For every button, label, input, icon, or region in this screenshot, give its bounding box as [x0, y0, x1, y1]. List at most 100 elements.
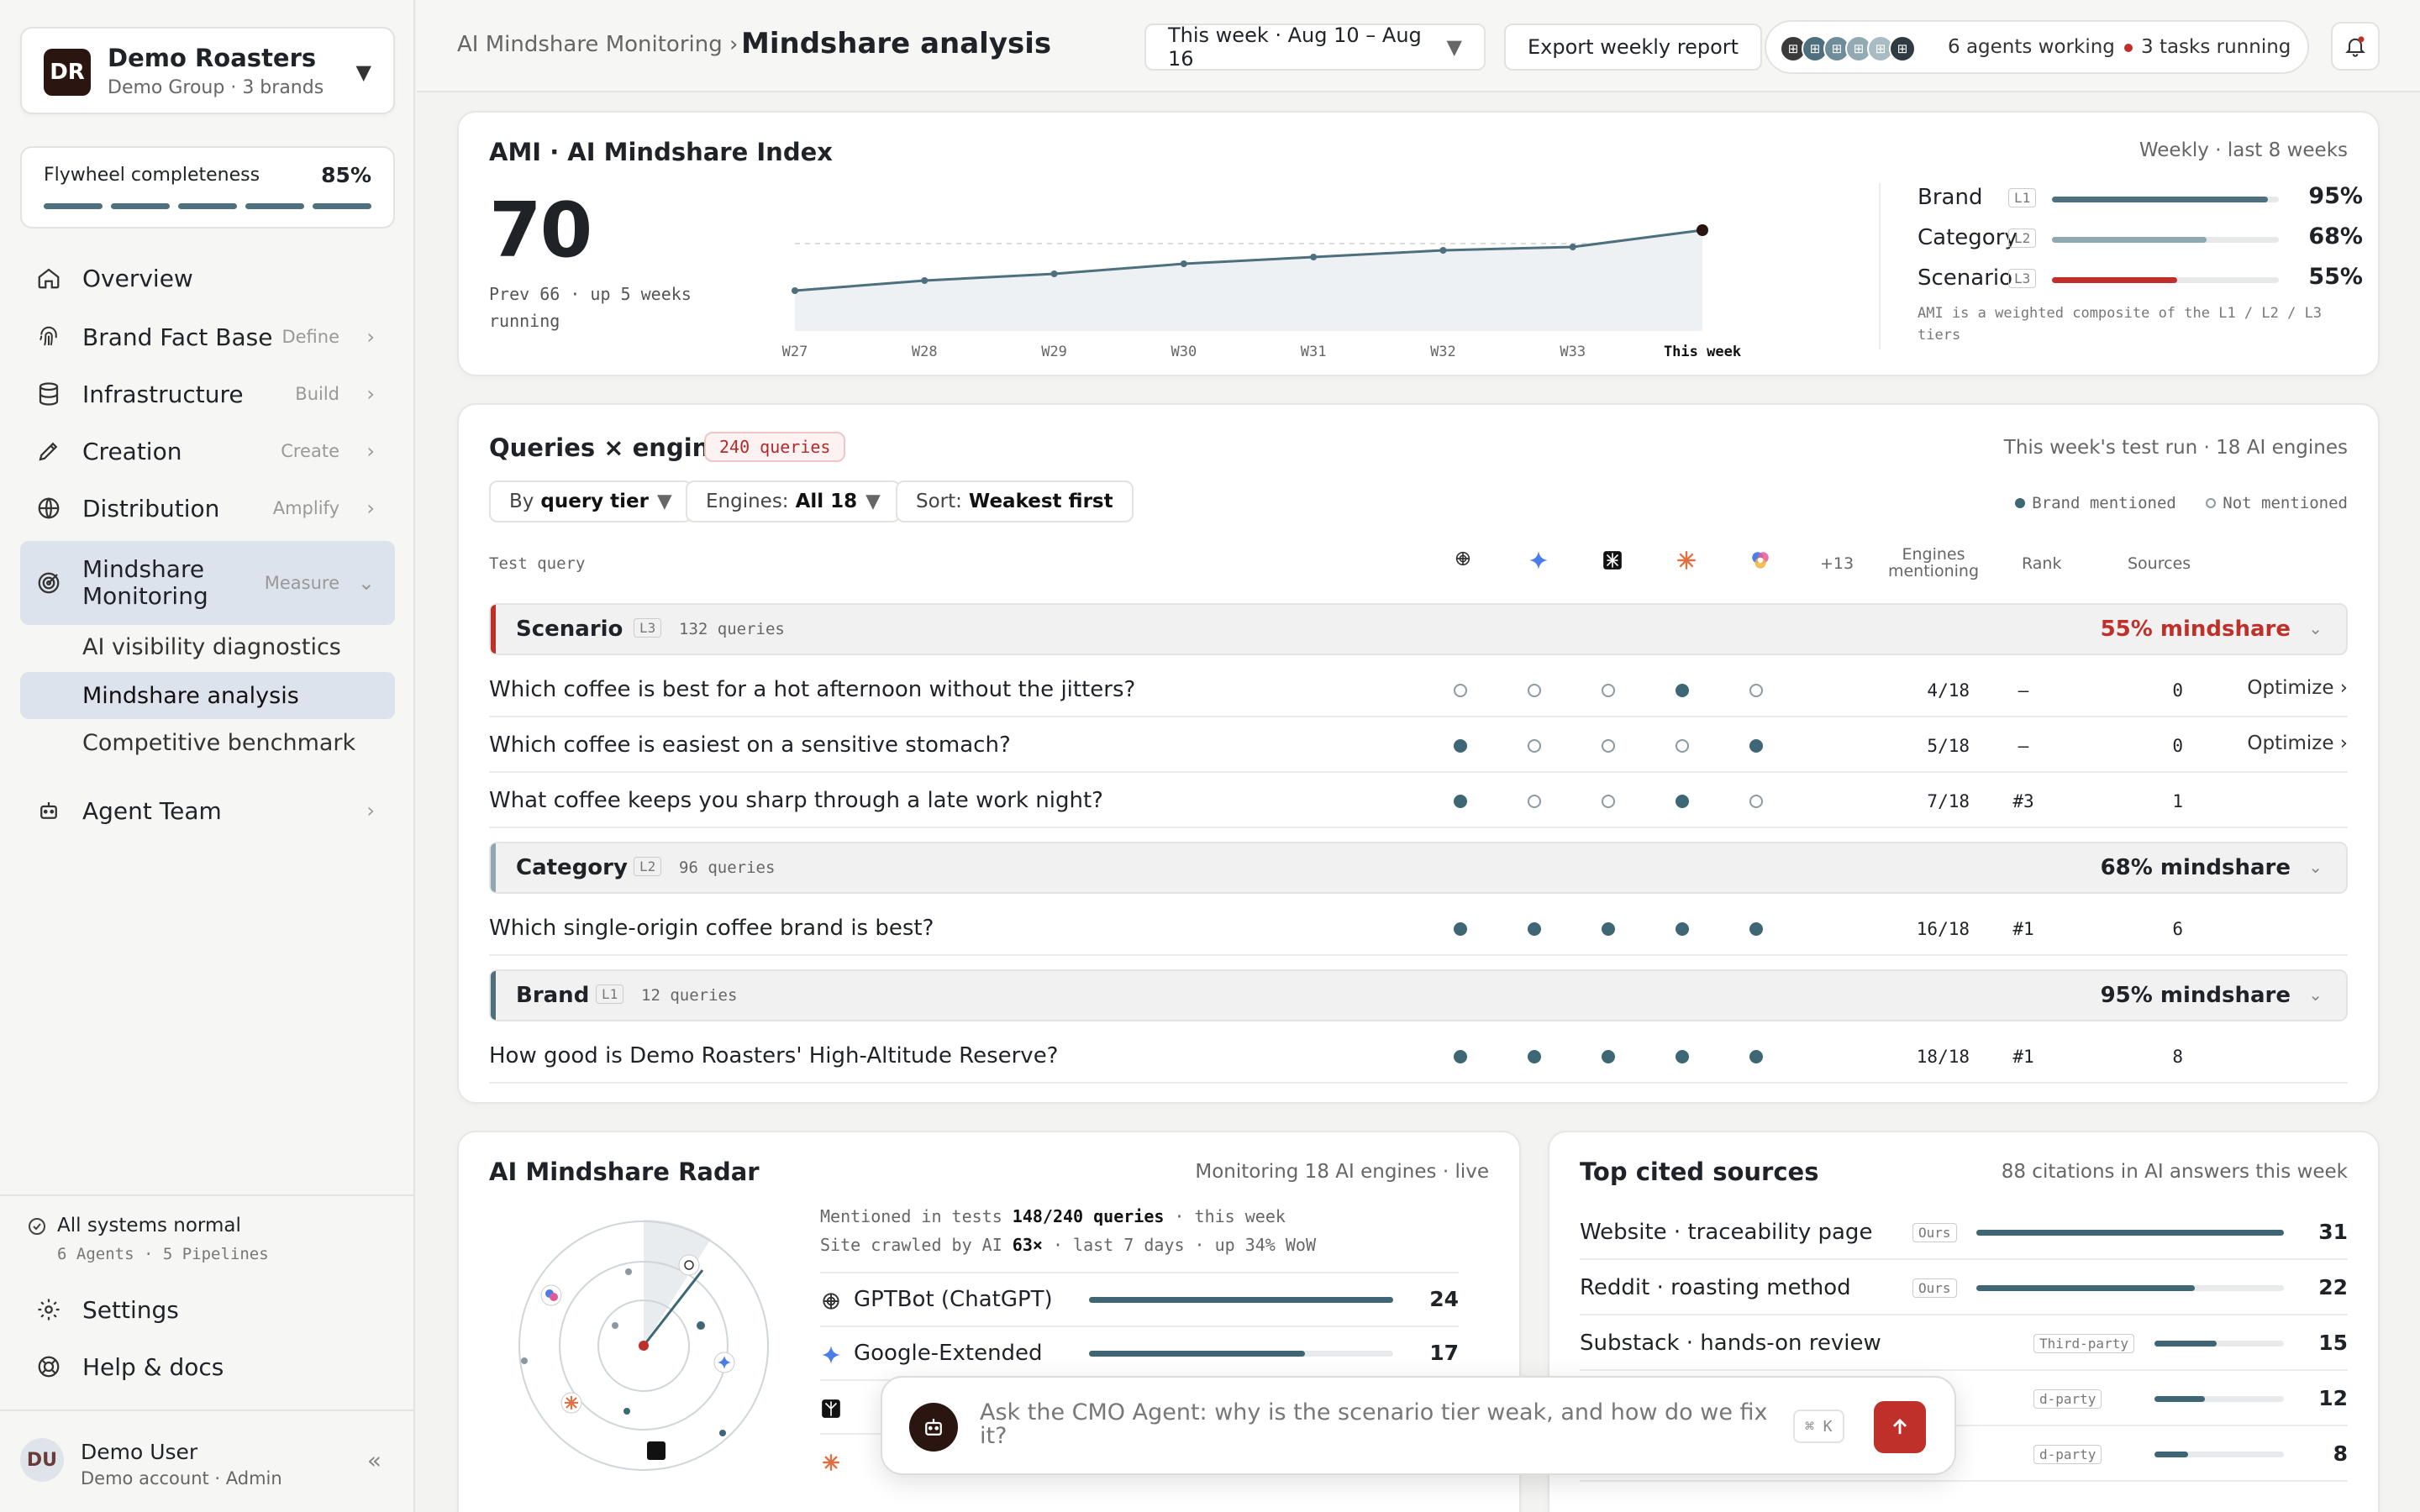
shortcut-hint: ⌘ K: [1793, 1410, 1844, 1443]
source-bar: [2154, 1452, 2284, 1457]
nav-settings[interactable]: Settings: [20, 1284, 395, 1336]
engines-select[interactable]: Engines: All 18 ▼: [686, 480, 901, 522]
subnav-competitive-benchmark[interactable]: Competitive benchmark: [20, 719, 395, 766]
tier-fill: [2052, 237, 2207, 243]
engine-mention-dot: [1602, 684, 1615, 697]
nav-agent-team[interactable]: Agent Team ›: [20, 785, 395, 837]
engines-mentioning: 18/18: [1916, 1047, 1970, 1067]
stat-value: 148/240 queries: [1012, 1206, 1165, 1226]
nav-label: Brand Fact Base: [82, 323, 273, 351]
notifications-button[interactable]: [2331, 22, 2380, 71]
source-bar: [2154, 1341, 2284, 1347]
engine-mention-dot: [1528, 922, 1541, 936]
col-more-engines: +13: [1820, 554, 1854, 573]
user-profile[interactable]: DU Demo User Demo account · Admin «: [20, 1438, 395, 1488]
source-row[interactable]: Website · traceability page Ours 31: [1580, 1206, 2348, 1260]
caret-down-icon: ▼: [657, 491, 672, 512]
lifebuoy-icon: [35, 1353, 62, 1380]
group-header-category[interactable]: Category L2 96 queries 68% mindshare ⌄: [489, 842, 2348, 894]
group-count: 12 queries: [641, 986, 738, 1005]
agent-status-pill[interactable]: ⊞ ⊞ ⊞ ⊞ ⊞ ⊞ 6 agents working 3 tasks run…: [1765, 20, 2309, 74]
flywheel-progress: [44, 203, 371, 209]
query-text: Which single-origin coffee brand is best…: [489, 916, 934, 941]
export-report-button[interactable]: Export weekly report: [1504, 24, 1763, 71]
chevron-right-icon: ›: [366, 799, 375, 822]
table-row[interactable]: Which coffee is best for a hot afternoon…: [489, 664, 2348, 717]
tier-value: 95%: [2308, 183, 2363, 209]
date-range-select[interactable]: This week · Aug 10 – Aug 16 ▼: [1144, 24, 1486, 71]
source-tag: Third-party: [2033, 1334, 2134, 1353]
subnav-ai-visibility[interactable]: AI visibility diagnostics: [20, 623, 395, 670]
group-tag: L3: [634, 618, 662, 638]
engine-mention-dot: [1602, 739, 1615, 753]
engine-mention-dot: [1602, 1050, 1615, 1063]
optimize-link[interactable]: Optimize ›: [2247, 677, 2348, 699]
gemini-icon: [1528, 549, 1549, 575]
engine-mention-dot: [1749, 684, 1763, 697]
subnav-mindshare-analysis[interactable]: Mindshare analysis: [20, 672, 395, 719]
engine-mention-dot: [1749, 739, 1763, 753]
filter-label: Engines:: [706, 491, 789, 512]
nav-creation[interactable]: Creation Create ›: [20, 425, 395, 477]
filter-label: By: [509, 491, 534, 512]
tier-bar: [2052, 197, 2279, 202]
gemini-icon: [822, 1346, 840, 1364]
nav-infrastructure[interactable]: Infrastructure Build ›: [20, 368, 395, 420]
nav-distribution[interactable]: Distribution Amplify ›: [20, 482, 395, 534]
rank: #1: [2012, 1047, 2034, 1067]
source-bar-fill: [2154, 1341, 2217, 1347]
source-row[interactable]: Reddit · roasting method Ours 22: [1580, 1262, 2348, 1315]
send-button[interactable]: [1874, 1401, 1926, 1453]
stat-suffix: · this week: [1164, 1206, 1286, 1226]
engine-mention-dot: [1454, 795, 1467, 808]
nav-help[interactable]: Help & docs: [20, 1341, 395, 1393]
nav-label: Help & docs: [82, 1352, 224, 1381]
engine-mention-dot: [1528, 684, 1541, 697]
brand-switcher[interactable]: DR Demo Roasters Demo Group · 3 brands ▼: [20, 27, 395, 114]
nav-label: Agent Team: [82, 796, 222, 825]
source-value: 15: [2318, 1331, 2348, 1355]
nav-brand-fact-base[interactable]: Brand Fact Base Define ›: [20, 311, 395, 363]
legend-dot-off: [2206, 498, 2217, 508]
group-header-scenario[interactable]: Scenario L3 132 queries 55% mindshare ⌄: [489, 603, 2348, 655]
queries-meta: This week's test run · 18 AI engines: [2003, 437, 2348, 459]
ami-prev: Prev 66 · up 5 weeks running: [489, 284, 692, 331]
flywheel-label: Flywheel completeness: [44, 165, 260, 186]
tier-bar: [2052, 237, 2279, 243]
x-tick-label: W30: [1171, 344, 1197, 360]
source-tag: d-party: [2033, 1389, 2102, 1409]
group-by-select[interactable]: By query tier ▼: [489, 480, 692, 522]
robot-icon: [35, 797, 62, 824]
pen-icon: [35, 438, 62, 465]
chevron-right-icon: ›: [366, 382, 375, 406]
table-row[interactable]: What coffee keeps you sharp through a la…: [489, 774, 2348, 828]
radar-stat-crawls: Site crawled by AI 63× · last 7 days · u…: [820, 1235, 1316, 1255]
engine-mention-dot: [1454, 922, 1467, 936]
nav-overview[interactable]: Overview: [20, 252, 395, 304]
legend-dot-on: [2015, 498, 2026, 508]
table-row[interactable]: Which coffee is easiest on a sensitive s…: [489, 719, 2348, 773]
nav-mindshare-monitoring[interactable]: Mindshare Monitoring Measure ⌄: [20, 541, 395, 625]
source-value: 8: [2333, 1441, 2348, 1466]
caret-down-icon: ▼: [865, 491, 881, 512]
group-header-brand[interactable]: Brand L1 12 queries 95% mindshare ⌄: [489, 969, 2348, 1021]
table-row[interactable]: How good is Demo Roasters' High-Altitude…: [489, 1030, 2348, 1084]
collapse-icon[interactable]: «: [367, 1446, 381, 1474]
radar-title: AI Mindshare Radar: [489, 1158, 760, 1186]
crawler-row: GPTBot (ChatGPT) 24: [820, 1273, 1459, 1327]
optimize-link[interactable]: Optimize ›: [2247, 732, 2348, 754]
table-row[interactable]: Which single-origin coffee brand is best…: [489, 902, 2348, 956]
cmo-agent-chat[interactable]: Ask the CMO Agent: why is the scenario t…: [881, 1376, 1956, 1475]
engine-mention-dot: [1602, 922, 1615, 936]
source-name: Reddit · roasting method: [1580, 1275, 1851, 1300]
group-tag: L2: [634, 857, 662, 876]
sort-select[interactable]: Sort: Weakest first: [896, 480, 1134, 522]
chat-input[interactable]: Ask the CMO Agent: why is the scenario t…: [980, 1401, 1770, 1448]
data-point: [1569, 244, 1576, 250]
source-row[interactable]: Substack · hands-on review Third-party 15: [1580, 1317, 2348, 1371]
crawler-name: GPTBot (ChatGPT): [854, 1287, 1053, 1312]
crawler-value: 24: [1429, 1287, 1459, 1311]
breadcrumb[interactable]: AI Mindshare Monitoring ›: [457, 32, 738, 57]
engine-mention-dot: [1676, 684, 1689, 697]
engine-mention-dot: [1528, 1050, 1541, 1063]
